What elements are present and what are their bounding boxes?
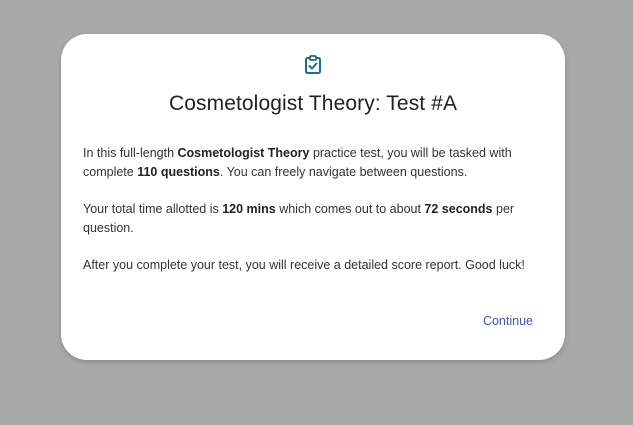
continue-button[interactable]: Continue xyxy=(483,314,533,328)
time-per-question: 72 seconds xyxy=(424,202,493,216)
intro-text-1: In this full-length xyxy=(83,146,178,160)
modal-title: Cosmetologist Theory: Test #A xyxy=(168,92,458,115)
modal-body: In this full-length Cosmetologist Theory… xyxy=(83,144,545,293)
time-text-1: Your total time allotted is xyxy=(83,202,223,216)
intro-paragraph: In this full-length Cosmetologist Theory… xyxy=(83,144,545,182)
question-count: 110 questions xyxy=(137,165,220,179)
intro-text-3: . You can freely navigate between questi… xyxy=(219,165,468,179)
total-time: 120 mins xyxy=(222,202,276,216)
closing-paragraph: After you complete your test, you will r… xyxy=(83,258,525,272)
clipboard-check-icon xyxy=(302,54,324,76)
time-text-2: which comes out to about xyxy=(275,202,425,216)
test-intro-modal: Cosmetologist Theory: Test #A In this fu… xyxy=(61,34,565,360)
test-name: Cosmetologist Theory xyxy=(177,146,310,160)
time-paragraph: Your total time allotted is 120 mins whi… xyxy=(83,200,545,238)
